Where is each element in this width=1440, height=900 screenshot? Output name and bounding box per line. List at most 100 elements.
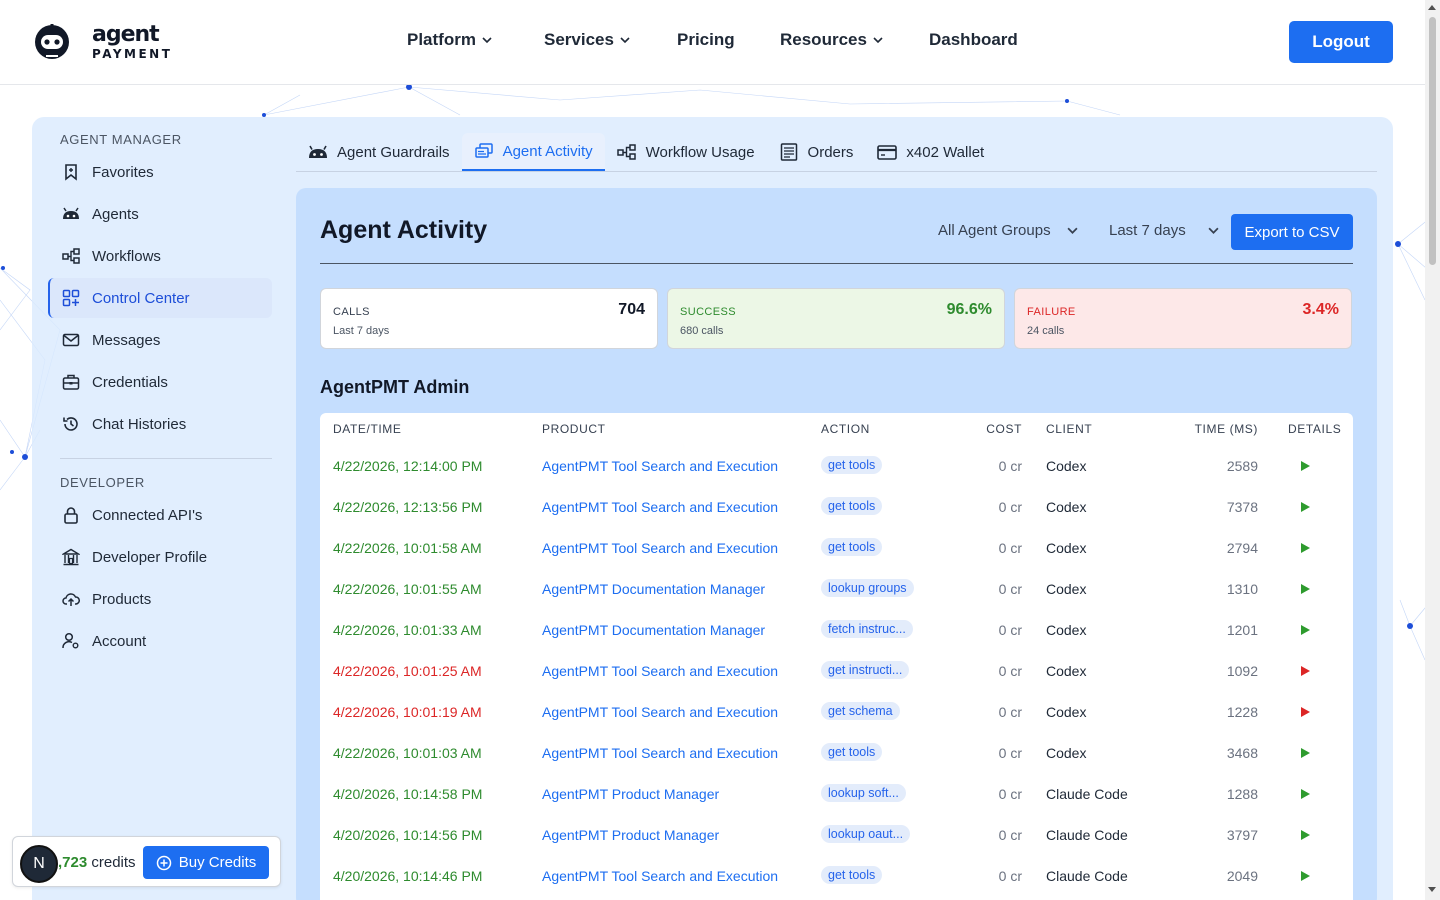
cell-details bbox=[1258, 568, 1353, 609]
tab-orders[interactable]: Orders bbox=[767, 133, 866, 171]
agent-group-select[interactable]: All Agent Groups bbox=[938, 222, 1078, 239]
table-row: 4/22/2026, 10:01:03 AM AgentPMT Tool Sear… bbox=[320, 732, 1353, 773]
action-badge[interactable]: lookup groups bbox=[821, 578, 914, 597]
sidebar-item-label: Connected API's bbox=[92, 506, 203, 524]
chevron-down-icon bbox=[482, 37, 492, 44]
column-header-action[interactable]: ACTION bbox=[821, 413, 971, 445]
nav-resources[interactable]: Resources bbox=[780, 30, 929, 50]
scroll-up-arrow-icon[interactable] bbox=[1428, 5, 1436, 10]
cell-details bbox=[1258, 814, 1353, 855]
product-link[interactable]: AgentPMT Tool Search and Execution bbox=[542, 499, 778, 515]
product-link[interactable]: AgentPMT Documentation Manager bbox=[542, 581, 765, 597]
action-badge[interactable]: get schema bbox=[821, 701, 900, 720]
cell-cost: 0 cr bbox=[998, 826, 1022, 843]
expand-details-icon[interactable] bbox=[1301, 625, 1310, 635]
action-badge[interactable]: lookup soft... bbox=[821, 783, 906, 802]
page-title: Agent Activity bbox=[320, 216, 488, 244]
sidebar-item-account[interactable]: Account bbox=[48, 621, 272, 661]
expand-details-icon[interactable] bbox=[1301, 789, 1310, 799]
expand-details-icon[interactable] bbox=[1301, 543, 1310, 553]
sidebar-item-messages[interactable]: Messages bbox=[48, 320, 272, 360]
expand-details-icon[interactable] bbox=[1301, 871, 1310, 881]
cell-product: AgentPMT Product Manager bbox=[542, 814, 821, 855]
product-link[interactable]: AgentPMT Tool Search and Execution bbox=[542, 704, 778, 720]
table-row: 4/22/2026, 10:01:58 AM AgentPMT Tool Sear… bbox=[320, 527, 1353, 568]
cell-cost: 0 cr bbox=[998, 621, 1022, 638]
column-header-time[interactable]: TIME (MS) bbox=[1176, 413, 1258, 445]
nav-pricing[interactable]: Pricing bbox=[677, 30, 780, 50]
sidebar-item-favorites[interactable]: Favorites bbox=[48, 152, 272, 192]
plus-circle-icon bbox=[156, 855, 172, 871]
cell-datetime: 4/20/2026, 10:14:58 PM bbox=[333, 785, 483, 802]
product-link[interactable]: AgentPMT Product Manager bbox=[542, 827, 719, 843]
action-badge[interactable]: get tools bbox=[821, 537, 883, 556]
expand-details-icon[interactable] bbox=[1301, 707, 1310, 717]
cell-action: lookup oaut... bbox=[821, 814, 971, 855]
nav-platform[interactable]: Platform bbox=[407, 30, 544, 50]
expand-details-icon[interactable] bbox=[1301, 830, 1310, 840]
stat-card-calls: CALLS Last 7 days 704 bbox=[320, 288, 658, 349]
action-badge[interactable]: lookup oaut... bbox=[821, 824, 911, 843]
tab-workflow-usage[interactable]: Workflow Usage bbox=[605, 133, 767, 171]
nav-dashboard[interactable]: Dashboard bbox=[929, 30, 1018, 50]
expand-details-icon[interactable] bbox=[1301, 666, 1310, 676]
product-link[interactable]: AgentPMT Tool Search and Execution bbox=[542, 868, 778, 884]
column-header-cost[interactable]: COST bbox=[971, 413, 1046, 445]
column-header-datetime[interactable]: DATE/TIME bbox=[320, 413, 542, 445]
product-link[interactable]: AgentPMT Tool Search and Execution bbox=[542, 663, 778, 679]
action-badge[interactable]: get tools bbox=[821, 496, 883, 515]
robot-icon bbox=[308, 143, 328, 161]
expand-details-icon[interactable] bbox=[1301, 748, 1310, 758]
cell-details bbox=[1258, 527, 1353, 568]
sidebar-item-credentials[interactable]: Credentials bbox=[48, 362, 272, 402]
table-row: 4/22/2026, 10:01:55 AM AgentPMT Documenta… bbox=[320, 568, 1353, 609]
robot-logo-icon bbox=[35, 24, 69, 59]
tab-x402-wallet[interactable]: x402 Wallet bbox=[865, 133, 996, 171]
action-badge[interactable]: get tools bbox=[821, 455, 883, 474]
credits-unit: credits bbox=[87, 854, 136, 871]
cell-action: get tools bbox=[821, 445, 971, 486]
product-link[interactable]: AgentPMT Tool Search and Execution bbox=[542, 458, 778, 474]
product-link[interactable]: AgentPMT Tool Search and Execution bbox=[542, 745, 778, 761]
date-range-select[interactable]: Last 7 days bbox=[1109, 222, 1219, 239]
page-scrollbar[interactable] bbox=[1425, 0, 1440, 900]
sidebar-item-connected-apis[interactable]: Connected API's bbox=[48, 495, 272, 535]
nav-platform-label: Platform bbox=[407, 30, 476, 49]
tab-agent-activity[interactable]: Agent Activity bbox=[461, 133, 605, 171]
product-link[interactable]: AgentPMT Tool Search and Execution bbox=[542, 540, 778, 556]
cell-cost: 0 cr bbox=[998, 785, 1022, 802]
sidebar-item-control-center[interactable]: Control Center bbox=[48, 278, 272, 318]
product-link[interactable]: AgentPMT Product Manager bbox=[542, 786, 719, 802]
nav-services[interactable]: Services bbox=[544, 30, 677, 50]
robot-icon bbox=[62, 205, 80, 223]
sidebar-item-products[interactable]: Products bbox=[48, 579, 272, 619]
expand-details-icon[interactable] bbox=[1301, 502, 1310, 512]
action-badge[interactable]: fetch instruc... bbox=[821, 619, 913, 638]
scrollbar-thumb[interactable] bbox=[1429, 17, 1436, 265]
expand-details-icon[interactable] bbox=[1301, 461, 1310, 471]
sidebar-item-developer-profile[interactable]: Developer Profile bbox=[48, 537, 272, 577]
sidebar-item-chat-histories[interactable]: Chat Histories bbox=[48, 404, 272, 444]
avatar[interactable]: N bbox=[20, 845, 58, 883]
sidebar-item-label: Credentials bbox=[92, 373, 168, 391]
column-header-product[interactable]: PRODUCT bbox=[542, 413, 821, 445]
action-badge[interactable]: get tools bbox=[821, 865, 883, 884]
sidebar-item-workflows[interactable]: Workflows bbox=[48, 236, 272, 276]
cell-client: Claude Code bbox=[1046, 867, 1128, 884]
brand-logo[interactable]: agent PAYMENT bbox=[32, 22, 172, 62]
sidebar-item-agents[interactable]: Agents bbox=[48, 194, 272, 234]
product-link[interactable]: AgentPMT Documentation Manager bbox=[542, 622, 765, 638]
column-header-client[interactable]: CLIENT bbox=[1046, 413, 1176, 445]
scroll-down-arrow-icon[interactable] bbox=[1428, 887, 1436, 892]
buy-credits-button[interactable]: Buy Credits bbox=[143, 846, 269, 879]
expand-details-icon[interactable] bbox=[1301, 584, 1310, 594]
cell-datetime: 4/22/2026, 12:14:00 PM bbox=[333, 457, 483, 474]
cell-time: 1310 bbox=[1226, 580, 1258, 597]
sidebar-item-label: Agents bbox=[92, 205, 139, 223]
action-badge[interactable]: get instructi... bbox=[821, 660, 910, 679]
action-badge[interactable]: get tools bbox=[821, 742, 883, 761]
tab-agent-guardrails[interactable]: Agent Guardrails bbox=[296, 133, 462, 171]
table-body: 4/22/2026, 12:14:00 PM AgentPMT Tool Sear… bbox=[320, 445, 1353, 896]
export-csv-button[interactable]: Export to CSV bbox=[1231, 214, 1353, 250]
logout-button[interactable]: Logout bbox=[1289, 21, 1393, 63]
